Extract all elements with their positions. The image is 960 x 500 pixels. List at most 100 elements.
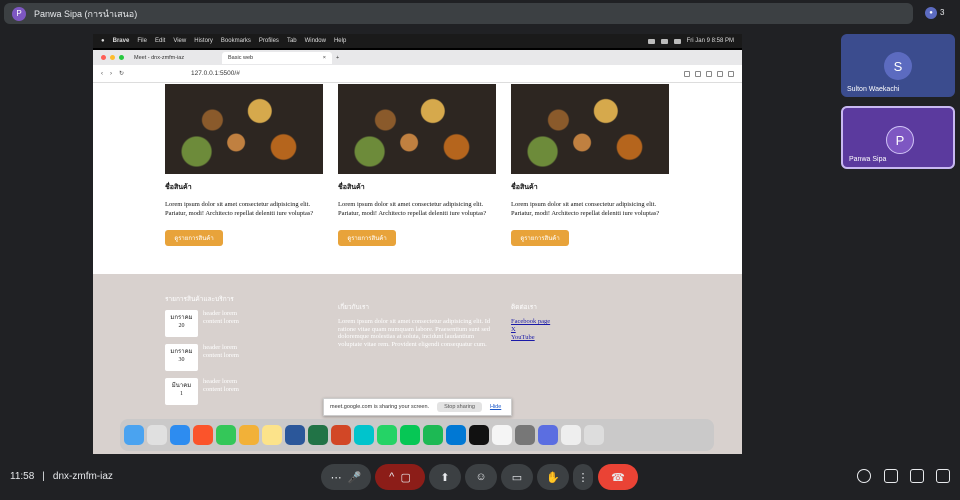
product-name: ชื่อสินค้า — [338, 183, 365, 191]
photos-icon[interactable] — [239, 425, 259, 445]
hide-notice-link[interactable]: Hide — [490, 404, 501, 410]
chat-icon[interactable] — [884, 469, 898, 483]
chevron-up-icon: ^ — [389, 471, 395, 483]
launchpad-icon[interactable] — [147, 425, 167, 445]
close-window-icon[interactable] — [101, 55, 106, 60]
contact-title: ติดต่อเรา — [511, 303, 537, 311]
iphone-mirroring-icon[interactable] — [515, 425, 535, 445]
event-date: มกราคม 20 — [165, 310, 198, 337]
forward-icon[interactable]: › — [110, 71, 112, 77]
close-tab-icon[interactable]: × — [323, 55, 326, 61]
menu-help[interactable]: Help — [334, 38, 346, 44]
tab-meet[interactable]: Meet - dnx-zmfm-iaz — [128, 52, 218, 64]
more-button[interactable]: ⋮ — [573, 464, 593, 490]
share-icon[interactable] — [684, 70, 690, 77]
footer-contact: ติดต่อเรา Facebook page X YouTube — [511, 302, 550, 342]
view-products-button[interactable]: ดูรายการสินค้า — [165, 230, 223, 246]
vpn-icon[interactable] — [538, 425, 558, 445]
menu-history[interactable]: History — [194, 38, 213, 44]
participant-name: Sulton Waekachi — [847, 86, 900, 93]
line-icon[interactable] — [400, 425, 420, 445]
product-card: ชื่อสินค้า Lorem ipsum dolor sit amet co… — [338, 84, 496, 246]
view-products-button[interactable]: ดูรายการสินค้า — [511, 230, 569, 246]
raise-hand-button[interactable]: ✋ — [537, 464, 569, 490]
menu-clock[interactable]: Fri Jan 9 8:58 PM — [687, 38, 734, 44]
app-store-icon[interactable] — [170, 425, 190, 445]
word-icon[interactable] — [285, 425, 305, 445]
status-icon[interactable] — [647, 38, 655, 44]
vscode-icon[interactable] — [446, 425, 466, 445]
menu-window[interactable]: Window — [305, 38, 326, 44]
powerpoint-icon[interactable] — [331, 425, 351, 445]
brave-shield-icon[interactable] — [695, 70, 701, 77]
menu-file[interactable]: File — [137, 38, 147, 44]
info-icon[interactable] — [857, 469, 871, 483]
rewards-icon[interactable] — [706, 70, 712, 77]
new-tab-button[interactable]: + — [336, 55, 339, 61]
menu-edit[interactable]: Edit — [155, 38, 165, 44]
event-text: header lorem content lorem — [203, 310, 239, 325]
status-icon[interactable] — [660, 38, 668, 44]
presenter-avatar: P — [12, 6, 26, 21]
chatgpt-icon[interactable] — [469, 425, 489, 445]
participant-tile-sulton[interactable]: S Sulton Waekachi — [841, 34, 955, 97]
product-image — [165, 84, 323, 174]
apple-icon[interactable]: ● — [101, 38, 105, 44]
reload-icon[interactable]: ↻ — [119, 70, 124, 77]
shared-screen: ● Brave File Edit View History Bookmarks… — [93, 34, 742, 454]
documents-icon[interactable] — [561, 425, 581, 445]
brave-icon[interactable] — [193, 425, 213, 445]
link-youtube[interactable]: YouTube — [511, 334, 550, 342]
link-facebook[interactable]: Facebook page — [511, 318, 550, 326]
menu-icon[interactable] — [728, 70, 734, 77]
link-x[interactable]: X — [511, 326, 550, 334]
messages-icon[interactable] — [216, 425, 236, 445]
emoji-button[interactable]: ☺ — [465, 464, 497, 490]
menu-view[interactable]: View — [173, 38, 186, 44]
participant-tile-panwa[interactable]: P Panwa Sipa — [841, 106, 955, 169]
captions-button[interactable]: ▭ — [501, 464, 533, 490]
sidebar-icon[interactable] — [717, 70, 723, 77]
spotify-icon[interactable] — [423, 425, 443, 445]
host-controls-icon[interactable] — [936, 469, 950, 483]
participants-badge[interactable]: ● 3 — [922, 3, 952, 22]
minimize-window-icon[interactable] — [110, 55, 115, 60]
hand-icon: ✋ — [546, 471, 560, 484]
more-options-icon: ⋯ — [330, 471, 342, 484]
back-icon[interactable]: ‹ — [101, 71, 103, 77]
tab-basic-web[interactable]: Basic web × — [222, 51, 332, 64]
wifi-icon[interactable] — [673, 38, 681, 44]
product-name: ชื่อสินค้า — [511, 183, 538, 191]
participant-name: Panwa Sipa — [849, 156, 887, 163]
leave-call-button[interactable]: ☎ — [598, 464, 638, 490]
activities-icon[interactable] — [910, 469, 924, 483]
zoom-window-icon[interactable] — [119, 55, 124, 60]
menu-profiles[interactable]: Profiles — [259, 38, 279, 44]
product-card: ชื่อสินค้า Lorem ipsum dolor sit amet co… — [165, 84, 323, 246]
mic-button[interactable]: ⋯ 🎤 — [321, 464, 371, 490]
camera-button[interactable]: ^ ▢ — [375, 464, 425, 490]
address-bar: ‹ › ↻ 127.0.0.1:5500/# — [93, 65, 742, 83]
app-menu-brave[interactable]: Brave — [113, 38, 130, 44]
people-icon: ● — [925, 6, 937, 19]
url-field[interactable]: 127.0.0.1:5500/# — [191, 70, 240, 77]
event-date: มกราคม 30 — [165, 344, 198, 371]
event-item: มกราคม 30 header lorem content lorem — [165, 344, 239, 371]
trash-icon[interactable] — [584, 425, 604, 445]
canva-icon[interactable] — [354, 425, 374, 445]
view-products-button[interactable]: ดูรายการสินค้า — [338, 230, 396, 246]
textedit-icon[interactable] — [492, 425, 512, 445]
mac-dock — [120, 419, 714, 451]
menu-tab[interactable]: Tab — [287, 38, 297, 44]
product-image — [511, 84, 669, 174]
excel-icon[interactable] — [308, 425, 328, 445]
footer-events: รายการสินค้าและบริการ มกราคม 20 header lo… — [165, 294, 239, 412]
stop-sharing-button[interactable]: Stop sharing — [437, 402, 482, 412]
whatsapp-icon[interactable] — [377, 425, 397, 445]
menu-bookmarks[interactable]: Bookmarks — [221, 38, 251, 44]
captions-icon: ▭ — [511, 471, 523, 484]
present-button[interactable]: ⬆ — [429, 464, 461, 490]
event-text: header lorem content lorem — [203, 344, 239, 359]
finder-icon[interactable] — [124, 425, 144, 445]
notes-icon[interactable] — [262, 425, 282, 445]
